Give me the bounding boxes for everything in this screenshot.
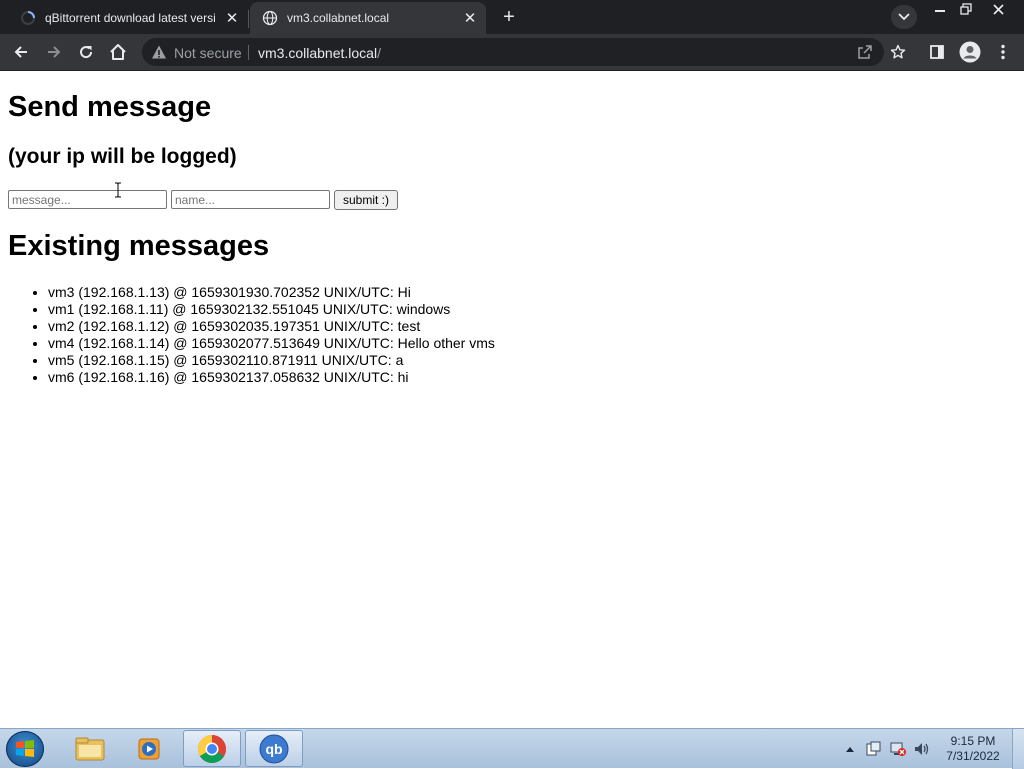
- url-text[interactable]: vm3.collabnet.local/: [258, 45, 381, 61]
- browser-tab-strip: qBittorrent download latest versi ✕ vm3.…: [0, 0, 1024, 34]
- globe-icon: [262, 10, 278, 26]
- media-player-icon: [138, 738, 160, 759]
- page-content: Send message (your ip will be logged) su…: [0, 71, 1024, 728]
- taskbar-chrome[interactable]: [183, 730, 241, 767]
- show-hidden-icons-button[interactable]: [843, 729, 857, 769]
- minimize-icon: [935, 10, 945, 12]
- list-item: vm5 (192.168.1.15) @ 1659302110.871911 U…: [48, 352, 495, 369]
- message-input[interactable]: [8, 190, 167, 209]
- list-item: vm2 (192.168.1.12) @ 1659302035.197351 U…: [48, 318, 495, 335]
- tab-close-icon[interactable]: ✕: [460, 8, 480, 28]
- side-panel-button[interactable]: [923, 38, 951, 66]
- network-tray[interactable]: [888, 729, 908, 769]
- reload-icon: [80, 46, 93, 59]
- restore-icon: [960, 3, 972, 15]
- list-item: vm4 (192.168.1.14) @ 1659302077.513649 U…: [48, 335, 495, 352]
- back-button[interactable]: [7, 38, 35, 66]
- submit-button[interactable]: submit :): [334, 190, 398, 210]
- tab-vm3-collabnet[interactable]: vm3.collabnet.local ✕: [250, 2, 486, 34]
- qbittorrent-icon: qb: [259, 734, 289, 763]
- name-input[interactable]: [171, 190, 330, 209]
- list-item: vm6 (192.168.1.16) @ 1659302137.058632 U…: [48, 369, 495, 386]
- svg-text:qb: qb: [265, 741, 282, 757]
- speaker-icon: [915, 743, 929, 755]
- address-bar[interactable]: Not secure vm3.collabnet.local/: [142, 38, 884, 66]
- url-host: vm3.collabnet.local: [258, 45, 378, 61]
- more-vert-icon: [1001, 44, 1005, 60]
- back-arrow-icon: [14, 46, 27, 58]
- taskbar-qbittorrent[interactable]: qb: [245, 730, 303, 767]
- loading-spinner-icon: [20, 10, 36, 26]
- share-button[interactable]: [851, 38, 879, 66]
- close-window-button[interactable]: [980, 0, 1016, 18]
- warning-icon[interactable]: [151, 44, 167, 60]
- send-message-heading: Send message: [8, 91, 212, 123]
- show-desktop-button[interactable]: [1012, 729, 1024, 769]
- tab-divider: [248, 10, 249, 28]
- network-disconnected-icon: [890, 742, 906, 756]
- close-icon: [992, 3, 1004, 15]
- side-panel-icon: [930, 45, 944, 59]
- tab-search-button[interactable]: [891, 5, 917, 29]
- tab-qbittorrent[interactable]: qBittorrent download latest versi ✕: [8, 2, 248, 34]
- tab-title: vm3.collabnet.local: [287, 11, 390, 25]
- browser-toolbar: Not secure vm3.collabnet.local/: [0, 34, 1024, 70]
- windows-taskbar: qb 9:15 PM 7/31/2022: [0, 728, 1024, 769]
- windows-logo-icon: [16, 740, 34, 757]
- action-center-tray[interactable]: [864, 729, 884, 769]
- list-item: vm1 (192.168.1.11) @ 1659302132.551045 U…: [48, 301, 495, 318]
- omnibox-divider: [248, 45, 249, 60]
- chrome-icon: [198, 734, 226, 763]
- home-button[interactable]: [104, 38, 132, 66]
- taskbar-file-explorer[interactable]: [61, 730, 119, 767]
- star-icon: [890, 44, 906, 59]
- avatar-icon: [959, 41, 981, 63]
- forward-arrow-icon: [48, 46, 61, 58]
- url-path: /: [377, 45, 381, 61]
- text-cursor-icon: [115, 182, 121, 198]
- folder-icon: [75, 737, 105, 760]
- menu-button[interactable]: [989, 38, 1017, 66]
- list-item: vm3 (192.168.1.13) @ 1659301930.702352 U…: [48, 284, 495, 301]
- security-label[interactable]: Not secure: [174, 45, 242, 61]
- ip-logged-heading: (your ip will be logged): [8, 145, 237, 168]
- bookmark-button[interactable]: [884, 38, 912, 66]
- reload-button[interactable]: [72, 38, 100, 66]
- chevron-up-icon: [846, 747, 854, 752]
- profile-button[interactable]: [956, 38, 984, 66]
- taskbar-media-player[interactable]: [120, 730, 178, 767]
- tab-title: qBittorrent download latest versi: [45, 11, 216, 25]
- clock-date: 7/31/2022: [946, 749, 1000, 763]
- tab-close-icon[interactable]: ✕: [222, 8, 242, 28]
- action-center-icon: [866, 741, 881, 756]
- start-button[interactable]: [6, 731, 44, 767]
- existing-messages-heading: Existing messages: [8, 230, 270, 262]
- restore-button[interactable]: [954, 0, 978, 18]
- minimize-button[interactable]: [928, 0, 952, 18]
- system-clock[interactable]: 9:15 PM 7/31/2022: [934, 734, 1012, 764]
- clock-time: 9:15 PM: [950, 734, 996, 748]
- message-list: vm3 (192.168.1.13) @ 1659301930.702352 U…: [8, 284, 495, 386]
- volume-tray[interactable]: [912, 729, 932, 769]
- new-tab-button[interactable]: +: [496, 5, 522, 29]
- share-icon: [858, 45, 872, 59]
- home-icon: [110, 44, 126, 60]
- chevron-down-icon: [898, 13, 910, 21]
- forward-button[interactable]: [40, 38, 68, 66]
